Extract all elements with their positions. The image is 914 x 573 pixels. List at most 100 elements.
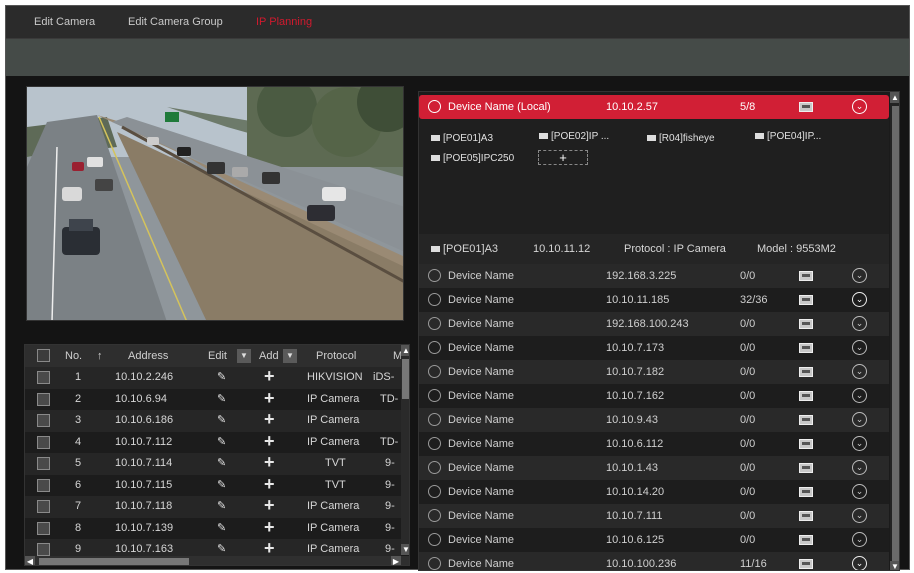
device-row[interactable]: Device Name 10.10.6.112 0/0 ⌄ [419, 432, 889, 456]
table-row[interactable]: 6 10.10.7.115 ✎ + TVT 9- [25, 474, 401, 496]
radio-button[interactable] [428, 533, 441, 546]
table-horizontal-scroll-thumb[interactable] [39, 558, 189, 565]
edit-pencil-icon[interactable]: ✎ [217, 521, 226, 534]
local-device-row[interactable]: Device Name (Local) 10.10.2.57 5/8 ⌄ [419, 95, 889, 119]
radio-button[interactable] [428, 293, 441, 306]
scroll-up-arrow-icon[interactable]: ▲ [401, 345, 409, 356]
edit-pencil-icon[interactable]: ✎ [217, 478, 226, 491]
device-row[interactable]: Device Name 10.10.9.43 0/0 ⌄ [419, 408, 889, 432]
radio-button[interactable] [428, 389, 441, 402]
device-row[interactable]: Device Name 10.10.11.185 32/36 ⌄ [419, 288, 889, 312]
device-row[interactable]: Device Name 10.10.7.173 0/0 ⌄ [419, 336, 889, 360]
expand-chevron-icon[interactable]: ⌄ [852, 460, 867, 475]
radio-button[interactable] [428, 485, 441, 498]
edit-pencil-icon[interactable]: ✎ [217, 413, 226, 426]
device-row[interactable]: Device Name 10.10.7.182 0/0 ⌄ [419, 360, 889, 384]
monitor-icon[interactable] [799, 367, 813, 377]
radio-button[interactable] [428, 100, 441, 113]
row-checkbox[interactable] [37, 392, 50, 406]
monitor-icon[interactable] [799, 487, 813, 497]
device-row[interactable]: Device Name 10.10.6.125 0/0 ⌄ [419, 528, 889, 552]
monitor-icon[interactable] [799, 102, 813, 112]
add-camera-slot[interactable]: + [538, 150, 588, 165]
table-row[interactable]: 3 10.10.6.186 ✎ + IP Camera [25, 409, 401, 432]
radio-button[interactable] [428, 317, 441, 330]
monitor-icon[interactable] [799, 343, 813, 353]
expand-chevron-icon[interactable]: ⌄ [852, 484, 867, 499]
table-row[interactable]: 1 10.10.2.246 ✎ + HIKVISION iDS- [25, 366, 401, 389]
expand-chevron-icon[interactable]: ⌄ [852, 532, 867, 547]
add-plus-icon[interactable]: + [264, 452, 275, 473]
radio-button[interactable] [428, 365, 441, 378]
tab-edit-camera[interactable]: Edit Camera [34, 16, 95, 28]
monitor-icon[interactable] [799, 295, 813, 305]
column-header-edit[interactable]: Edit [208, 350, 227, 362]
device-row[interactable]: Device Name 10.10.7.162 0/0 ⌄ [419, 384, 889, 408]
monitor-icon[interactable] [799, 511, 813, 521]
monitor-icon[interactable] [799, 415, 813, 425]
tab-ip-planning[interactable]: IP Planning [256, 16, 312, 28]
row-checkbox[interactable] [37, 414, 50, 427]
device-row[interactable]: Device Name 192.168.3.225 0/0 ⌄ [419, 264, 889, 288]
scroll-right-arrow-icon[interactable]: ▶ [391, 556, 401, 565]
add-plus-icon[interactable]: + [264, 517, 275, 538]
expand-chevron-icon[interactable]: ⌄ [852, 556, 867, 570]
edit-pencil-icon[interactable]: ✎ [217, 456, 226, 469]
camera-chip[interactable]: [POE05]IPC250 [431, 153, 514, 164]
monitor-icon[interactable] [799, 463, 813, 473]
column-header-no[interactable]: No. [65, 350, 82, 362]
device-row[interactable]: Device Name 10.10.100.236 11/16 ⌄ [419, 552, 889, 570]
scroll-down-arrow-icon[interactable]: ▼ [401, 544, 409, 555]
row-checkbox[interactable] [37, 435, 50, 449]
add-plus-icon[interactable]: + [264, 431, 275, 452]
radio-button[interactable] [428, 269, 441, 282]
device-row[interactable]: Device Name 10.10.14.20 0/0 ⌄ [419, 480, 889, 504]
expand-chevron-icon[interactable]: ⌄ [852, 508, 867, 523]
scroll-down-arrow-icon[interactable]: ▼ [890, 561, 899, 570]
device-row[interactable]: Device Name 10.10.7.111 0/0 ⌄ [419, 504, 889, 528]
expand-chevron-icon[interactable]: ⌄ [852, 268, 867, 283]
monitor-icon[interactable] [799, 271, 813, 281]
device-row[interactable]: Device Name 10.10.1.43 0/0 ⌄ [419, 456, 889, 480]
monitor-icon[interactable] [799, 535, 813, 545]
device-list-scroll-thumb[interactable] [892, 106, 899, 562]
table-row[interactable]: 8 10.10.7.139 ✎ + IP Camera 9- [25, 517, 401, 539]
table-row[interactable]: 9 10.10.7.163 ✎ + IP Camera 9- [25, 538, 401, 558]
device-row[interactable]: Device Name 192.168.100.243 0/0 ⌄ [419, 312, 889, 336]
table-row[interactable]: 4 10.10.7.112 ✎ + IP Camera TD- [25, 431, 401, 453]
scroll-left-arrow-icon[interactable]: ◀ [25, 556, 35, 565]
edit-pencil-icon[interactable]: ✎ [217, 542, 226, 555]
table-row[interactable]: 5 10.10.7.114 ✎ + TVT 9- [25, 452, 401, 475]
add-plus-icon[interactable]: + [264, 474, 275, 495]
edit-dropdown-icon[interactable]: ▼ [237, 349, 251, 363]
column-header-address[interactable]: Address [128, 350, 168, 362]
expand-chevron-icon[interactable]: ⌄ [852, 316, 867, 331]
edit-pencil-icon[interactable]: ✎ [217, 435, 226, 448]
column-header-protocol[interactable]: Protocol [316, 350, 356, 362]
select-all-checkbox[interactable] [37, 349, 50, 362]
camera-chip[interactable]: [POE02]IP ... [539, 131, 609, 142]
radio-button[interactable] [428, 413, 441, 426]
add-plus-icon[interactable]: + [264, 388, 275, 409]
add-plus-icon[interactable]: + [264, 495, 275, 516]
camera-chip[interactable]: [POE04]IP... [755, 131, 821, 142]
radio-button[interactable] [428, 557, 441, 570]
radio-button[interactable] [428, 437, 441, 450]
expand-chevron-icon[interactable]: ⌄ [852, 340, 867, 355]
monitor-icon[interactable] [799, 391, 813, 401]
radio-button[interactable] [428, 461, 441, 474]
table-vertical-scroll-thumb[interactable] [402, 359, 409, 399]
add-plus-icon[interactable]: + [264, 409, 275, 430]
scroll-up-arrow-icon[interactable]: ▲ [890, 92, 899, 103]
row-checkbox[interactable] [37, 543, 50, 556]
expand-chevron-icon[interactable]: ⌄ [852, 292, 867, 307]
expand-chevron-icon[interactable]: ⌄ [852, 412, 867, 427]
row-checkbox[interactable] [37, 521, 50, 535]
table-row[interactable]: 7 10.10.7.118 ✎ + IP Camera 9- [25, 495, 401, 518]
table-row[interactable]: 2 10.10.6.94 ✎ + IP Camera TD- [25, 388, 401, 410]
expand-chevron-icon[interactable]: ⌄ [852, 99, 867, 114]
row-checkbox[interactable] [37, 371, 50, 384]
edit-pencil-icon[interactable]: ✎ [217, 392, 226, 405]
monitor-icon[interactable] [799, 439, 813, 449]
add-dropdown-icon[interactable]: ▼ [283, 349, 297, 363]
